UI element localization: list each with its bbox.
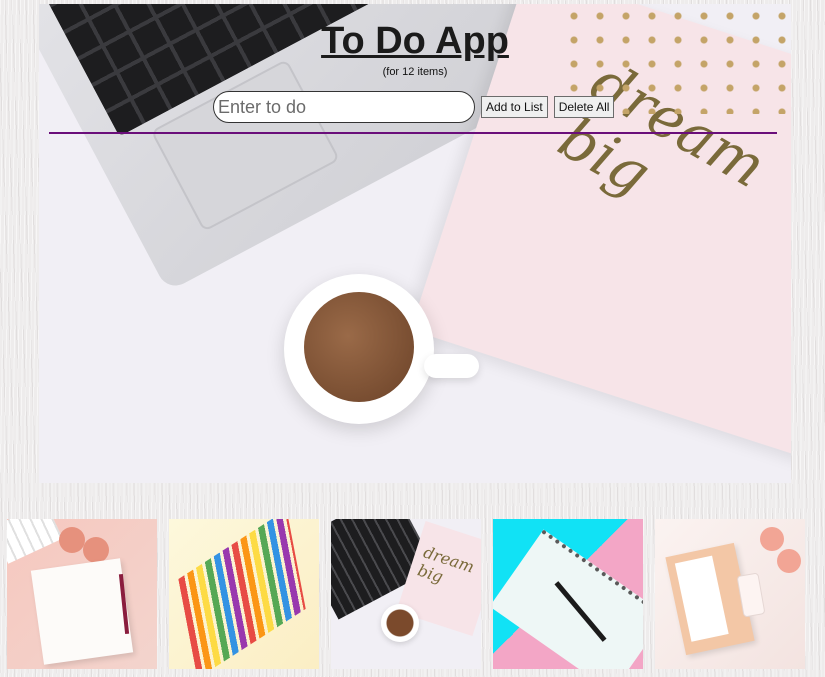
pencils-illustration [178,519,306,669]
coffee-cup-illustration [381,604,419,642]
add-to-list-button[interactable]: Add to List [481,96,548,118]
rose-illustration [760,527,784,551]
todo-input[interactable] [213,91,475,123]
thumbnail-cyan-pink-spiral-notebook[interactable] [493,519,643,669]
thumbnail-dream-big-laptop-coffee[interactable]: dream big [331,519,481,669]
hero-image: dreambig To Do App (for 12 items) Add to… [39,4,791,483]
rose-illustration [83,537,109,563]
keyboard-illustration [7,519,63,564]
thumbnail-gallery: dream big [7,519,817,669]
thumbnail-colored-pencils[interactable] [169,519,319,669]
todo-form: Add to List Delete All [213,91,615,123]
dream-big-card-text: dream big [415,542,477,587]
rose-illustration [777,549,801,573]
notebook-illustration [30,558,134,665]
thumbnail-pink-planner-roses[interactable] [655,519,805,669]
delete-all-button[interactable]: Delete All [553,96,615,118]
todo-header: To Do App (for 12 items) Add to List Del… [39,4,791,483]
thumbnail-pink-desk-notebook[interactable] [7,519,157,669]
divider [49,132,777,134]
page-title: To Do App [321,20,509,62]
rose-illustration [59,527,85,553]
planner-page-illustration [674,555,729,642]
item-count: (for 12 items) [382,66,448,78]
